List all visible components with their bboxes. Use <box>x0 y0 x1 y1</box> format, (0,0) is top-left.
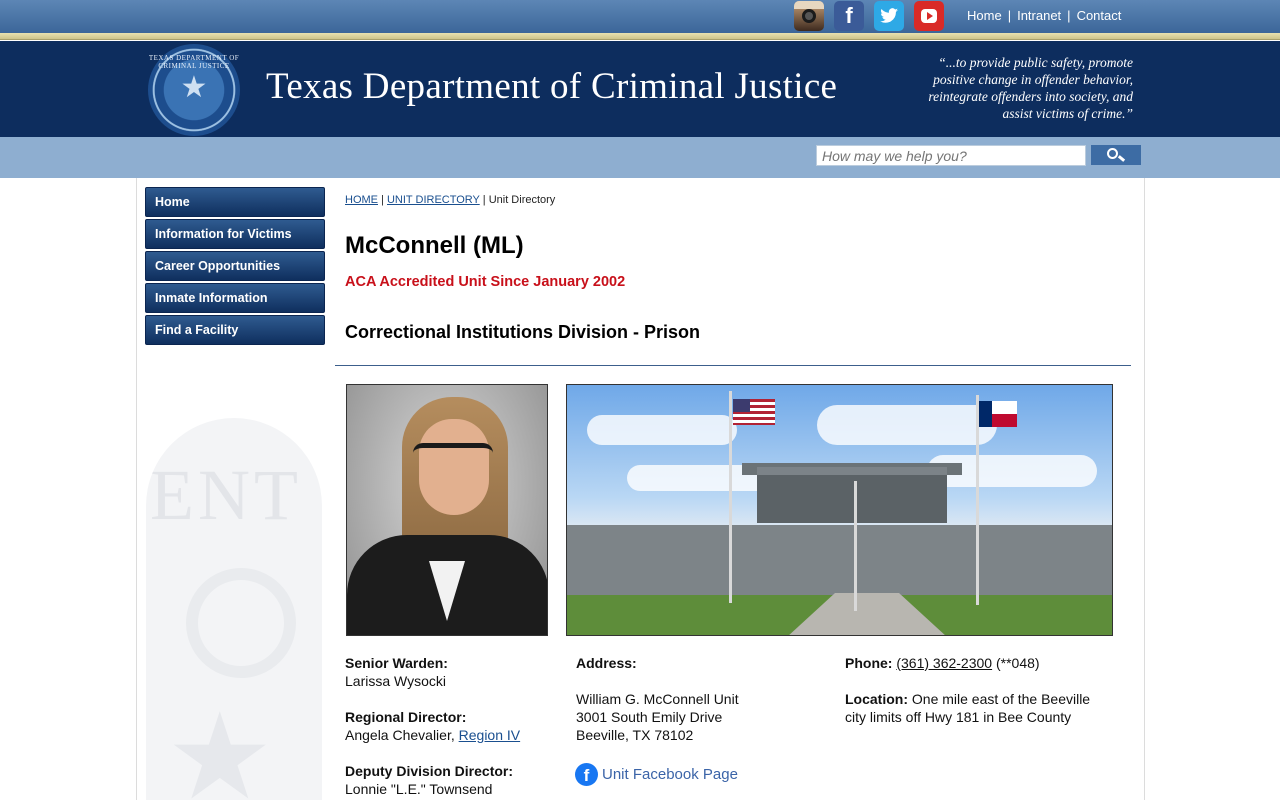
top-links: Home | Intranet | Contact <box>967 8 1121 23</box>
unit-facebook-label: Unit Facebook Page <box>602 766 738 783</box>
nav-item-information-for-victims[interactable]: Information for Victims <box>145 219 325 249</box>
breadcrumb: HOME | UNIT DIRECTORY | Unit Directory <box>345 194 555 206</box>
sidebar-nav: Home Information for Victims Career Oppo… <box>145 187 325 347</box>
regional-director-label: Regional Director: <box>345 709 467 725</box>
nav-item-home[interactable]: Home <box>145 187 325 217</box>
header-divider-strip <box>0 33 1280 40</box>
star-icon: ★ <box>180 71 208 104</box>
top-link-contact[interactable]: Contact <box>1077 8 1122 23</box>
top-link-separator: | <box>1007 8 1012 23</box>
section-divider <box>335 365 1131 366</box>
site-header: TEXAS DEPARTMENT OF CRIMINAL JUSTICE ★ T… <box>0 41 1280 137</box>
nav-item-inmate-information[interactable]: Inmate Information <box>145 283 325 313</box>
senior-warden-photo <box>346 384 548 636</box>
seal-text: TEXAS DEPARTMENT OF CRIMINAL JUSTICE <box>148 54 240 70</box>
accreditation-note: ACA Accredited Unit Since January 2002 <box>345 274 626 290</box>
nav-item-find-a-facility[interactable]: Find a Facility <box>145 315 325 345</box>
contact-info: Phone: (361) 362-2300 (**048) Location: … <box>845 654 1105 726</box>
address-line-2: 3001 South Emily Drive <box>576 709 723 725</box>
breadcrumb-separator: | <box>479 194 489 206</box>
breadcrumb-unit-directory-link[interactable]: UNIT DIRECTORY <box>387 194 480 206</box>
instagram-icon[interactable] <box>794 1 824 31</box>
region-link[interactable]: Region IV <box>459 727 520 743</box>
address-info: Address: William G. McConnell Unit 3001 … <box>576 654 816 744</box>
seal-watermark: ENT ★ <box>146 418 322 800</box>
search-band <box>0 137 1280 178</box>
youtube-icon[interactable] <box>914 1 944 31</box>
search-button[interactable] <box>1091 145 1141 165</box>
page-title: McConnell (ML) <box>345 232 524 259</box>
address-line-3: Beeville, TX 78102 <box>576 727 694 743</box>
breadcrumb-current: Unit Directory <box>488 194 556 206</box>
address-label: Address: <box>576 655 637 671</box>
search-input[interactable] <box>816 145 1086 166</box>
breadcrumb-home-link[interactable]: HOME <box>345 194 378 206</box>
senior-warden-name: Larissa Wysocki <box>345 673 447 689</box>
nav-item-career-opportunities[interactable]: Career Opportunities <box>145 251 325 281</box>
top-link-home[interactable]: Home <box>967 8 1002 23</box>
search-icon <box>1107 148 1118 159</box>
top-link-separator: | <box>1067 8 1071 23</box>
facebook-icon: f <box>575 763 598 786</box>
site-title[interactable]: Texas Department of Criminal Justice <box>266 65 837 108</box>
staff-info: Senior Warden: Larissa Wysocki Regional … <box>345 654 555 798</box>
phone-extension: (**048) <box>995 655 1040 671</box>
deputy-director-name: Lonnie "L.E." Townsend <box>345 781 493 797</box>
location-label: Location: <box>845 691 908 707</box>
unit-facebook-link[interactable]: f Unit Facebook Page <box>575 763 738 786</box>
twitter-icon[interactable] <box>874 1 904 31</box>
phone-link[interactable]: (361) 362-2300 <box>896 655 992 671</box>
breadcrumb-separator: | <box>378 194 387 206</box>
unit-building-photo <box>566 384 1113 636</box>
division-heading: Correctional Institutions Division - Pri… <box>345 322 701 342</box>
top-link-intranet[interactable]: Intranet <box>1017 8 1061 23</box>
regional-director-name: Angela Chevalier, <box>345 727 455 743</box>
agency-motto: “...to provide public safety, promote po… <box>928 55 1133 121</box>
top-utility-bar: f Home | Intranet | Contact <box>0 0 1280 33</box>
facebook-icon[interactable]: f <box>834 1 864 31</box>
tdcj-seal-logo[interactable]: TEXAS DEPARTMENT OF CRIMINAL JUSTICE ★ <box>148 44 240 136</box>
senior-warden-label: Senior Warden: <box>345 655 448 671</box>
address-line-1: William G. McConnell Unit <box>576 691 739 707</box>
deputy-director-label: Deputy Division Director: <box>345 763 514 779</box>
phone-label: Phone: <box>845 655 893 671</box>
